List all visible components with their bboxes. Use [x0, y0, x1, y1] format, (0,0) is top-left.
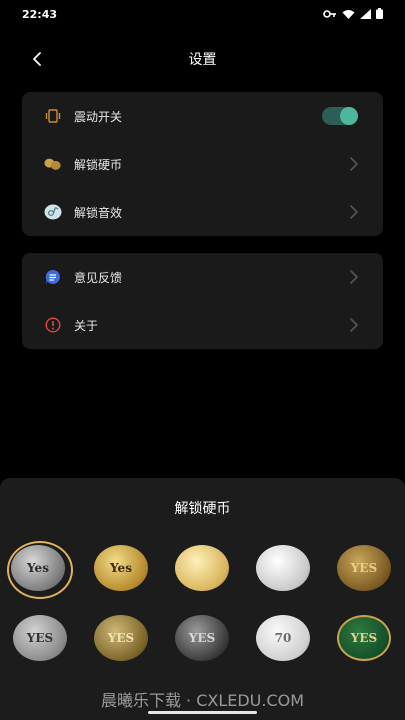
- coin-option-2[interactable]: Yes: [94, 545, 148, 591]
- settings-group-general: 震动开关 解锁硬币 解锁音效: [22, 92, 383, 236]
- setting-label-feedback: 意见反馈: [74, 271, 123, 285]
- coins-icon: [44, 155, 62, 173]
- wifi-icon: [342, 9, 355, 19]
- watermark: 晨曦乐下载 · CXLEDU.COM: [100, 691, 305, 710]
- page-title: 设置: [188, 52, 217, 68]
- info-icon: [44, 316, 62, 334]
- status-icons: [323, 8, 383, 19]
- toggle-knob: [340, 107, 358, 125]
- gesture-nav-handle[interactable]: [148, 711, 257, 714]
- vibration-icon: [44, 107, 62, 125]
- setting-row-vibration[interactable]: 震动开关: [22, 92, 383, 140]
- sound-effect-icon: [44, 203, 62, 221]
- coin-face-text: Yes: [27, 561, 49, 575]
- coin-face-text: YES: [350, 561, 378, 575]
- feedback-icon: [44, 268, 62, 286]
- setting-row-unlock-sound[interactable]: 解锁音效: [22, 188, 383, 236]
- chevron-right-icon: [350, 318, 358, 332]
- coin-option-1[interactable]: Yes: [11, 545, 65, 591]
- setting-row-unlock-coins[interactable]: 解锁硬币: [22, 140, 383, 188]
- coin-face-text: Yes: [110, 561, 132, 575]
- coin-face-text: 70: [274, 631, 292, 645]
- chevron-right-icon: [350, 157, 358, 171]
- setting-label-unlock-sound: 解锁音效: [74, 206, 123, 220]
- setting-label-unlock-coins: 解锁硬币: [74, 158, 123, 172]
- unlock-coins-sheet: 解锁硬币 Yes Yes YES YES YES YES 70 YES: [0, 478, 405, 720]
- chevron-right-icon: [350, 270, 358, 284]
- vibration-toggle[interactable]: [322, 107, 358, 125]
- battery-icon: [376, 8, 383, 19]
- coin-face-text: YES: [350, 631, 378, 645]
- key-icon: [323, 9, 336, 18]
- signal-icon: [360, 8, 371, 19]
- chevron-right-icon: [350, 205, 358, 219]
- sheet-title: 解锁硬币: [174, 501, 231, 517]
- coin-option-6[interactable]: YES: [13, 615, 67, 661]
- coin-option-4[interactable]: [256, 545, 310, 591]
- coin-option-7[interactable]: YES: [94, 615, 148, 661]
- setting-label-about: 关于: [74, 319, 99, 333]
- coin-option-8[interactable]: YES: [175, 615, 229, 661]
- coin-face-text: YES: [107, 631, 135, 645]
- setting-row-feedback[interactable]: 意见反馈: [22, 253, 383, 301]
- setting-row-about[interactable]: 关于: [22, 301, 383, 349]
- coin-option-9[interactable]: 70: [256, 615, 310, 661]
- coin-option-10[interactable]: YES: [337, 615, 391, 661]
- setting-label-vibration: 震动开关: [74, 110, 123, 124]
- settings-group-support: 意见反馈 关于: [22, 253, 383, 349]
- coin-option-3[interactable]: [175, 545, 229, 591]
- status-bar: 22:43: [0, 0, 405, 30]
- status-time: 22:43: [22, 8, 58, 21]
- coin-face-text: YES: [26, 631, 54, 645]
- coin-face-text: YES: [188, 631, 216, 645]
- coin-option-5[interactable]: YES: [337, 545, 391, 591]
